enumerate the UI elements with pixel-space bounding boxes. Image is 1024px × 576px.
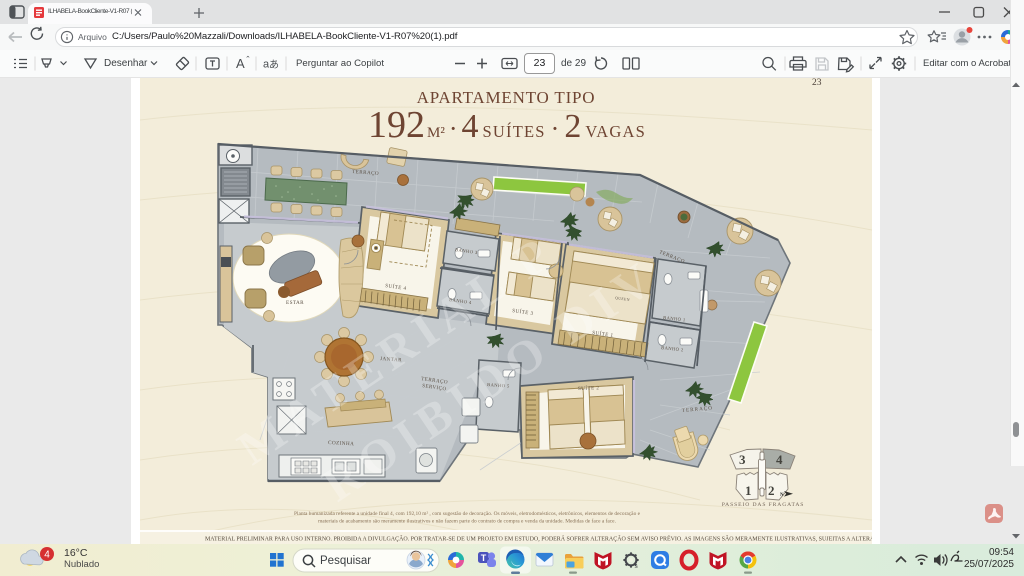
svg-text:materiais de acabamento são me: materiais de acabamento são meramente il… — [318, 518, 616, 525]
svg-text:1: 1 — [745, 483, 752, 498]
svg-text:MATERIAL PRELIMINAR PARA USO I: MATERIAL PRELIMINAR PARA USO INTERNO. PR… — [205, 535, 891, 543]
svg-text:PASSEIO DAS FRAGATAS: PASSEIO DAS FRAGATAS — [722, 502, 805, 508]
svg-text:3: 3 — [739, 452, 746, 467]
svg-text:s: s — [635, 563, 639, 570]
svg-text:A: A — [236, 56, 245, 71]
svg-text:4: 4 — [776, 452, 783, 467]
svg-text:4: 4 — [44, 550, 50, 561]
svg-text:23: 23 — [812, 78, 822, 88]
svg-text:2: 2 — [768, 483, 775, 498]
svg-text:ESTAR: ESTAR — [286, 300, 304, 306]
svg-text:N: N — [780, 493, 784, 498]
svg-text:あ: あ — [269, 59, 279, 71]
svg-text:Planta humanizada referente a: Planta humanizada referente a unidade fi… — [294, 510, 641, 517]
svg-text:⌃: ⌃ — [245, 55, 251, 63]
svg-text:APARTAMENTO TIPO: APARTAMENTO TIPO — [417, 88, 596, 107]
svg-text:Pesquisar: Pesquisar — [320, 555, 371, 567]
svg-text:T: T — [481, 553, 487, 563]
